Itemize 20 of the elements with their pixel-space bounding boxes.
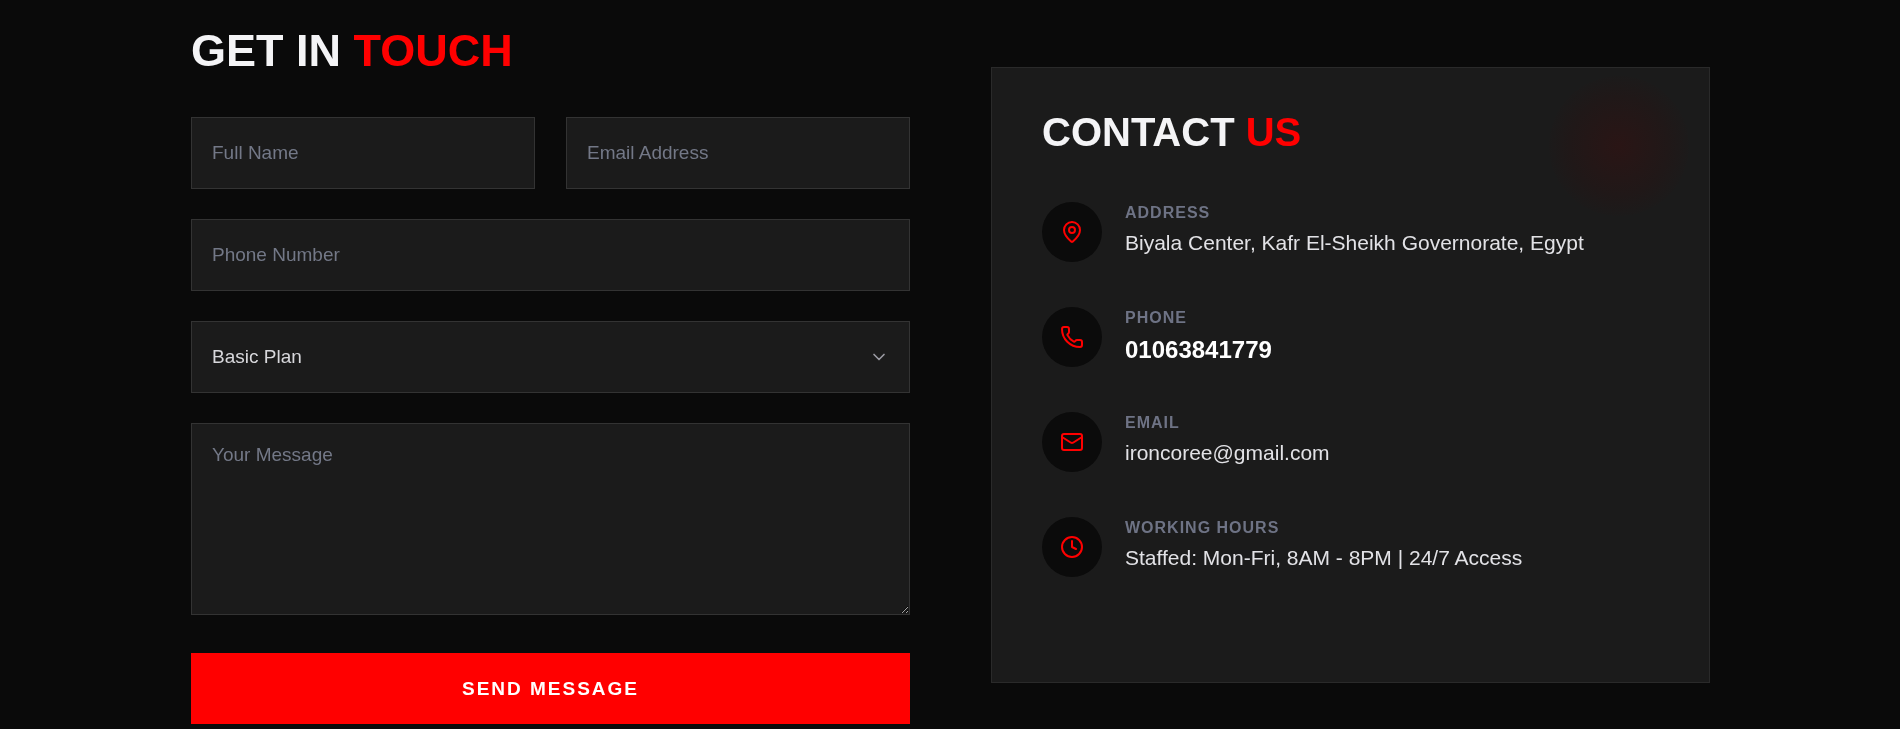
message-field[interactable]: Your Message xyxy=(191,423,910,615)
map-pin-icon xyxy=(1060,220,1084,244)
card-heading: CONTACT US xyxy=(1042,109,1303,156)
info-label: ADDRESS xyxy=(1125,204,1211,222)
send-message-button[interactable]: SEND MESSAGE xyxy=(191,653,910,724)
plan-select[interactable]: Basic Plan xyxy=(191,321,910,393)
section-heading: GET IN TOUCH xyxy=(191,24,513,78)
input-field[interactable]: Full Name xyxy=(191,117,535,189)
input-field[interactable]: Phone Number xyxy=(191,219,910,291)
clock-icon xyxy=(1060,535,1084,559)
info-value: Staffed: Mon-Fri, 8AM - 8PM | 24/7 Access xyxy=(1125,546,1523,570)
info-label: EMAIL xyxy=(1125,414,1180,432)
info-value: 01063841779 xyxy=(1125,336,1272,364)
info-value: Biyala Center, Kafr El-Sheikh Governorate, Egypt xyxy=(1125,231,1584,255)
input-field[interactable]: Email Address xyxy=(566,117,910,189)
info-value: ironcoree@gmail.com xyxy=(1125,441,1330,465)
info-label: PHONE xyxy=(1125,309,1187,327)
phone-icon xyxy=(1060,325,1084,349)
info-label: WORKING HOURS xyxy=(1125,519,1280,537)
mail-icon xyxy=(1060,430,1084,454)
